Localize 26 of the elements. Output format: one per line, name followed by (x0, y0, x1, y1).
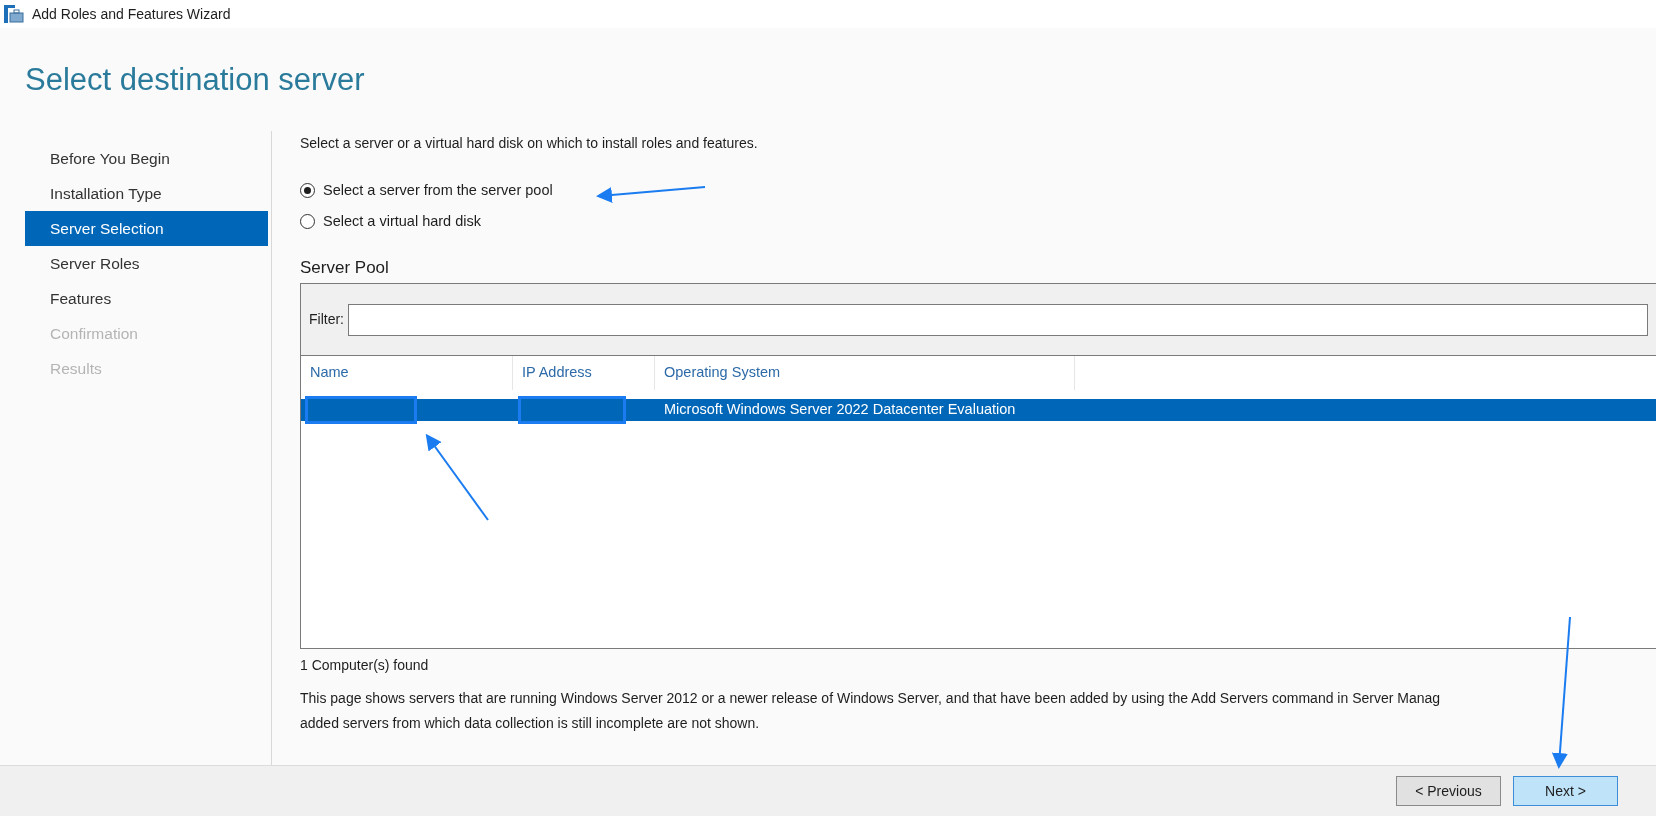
wizard-step[interactable]: Installation Type (25, 176, 268, 211)
instruction-text: Select a server or a virtual hard disk on which to install roles and features. (300, 134, 759, 153)
wizard-step[interactable]: Server Roles (25, 246, 268, 281)
info-text: This page shows servers that are running Windows Server 2012 or a newer release of Windows Server, and that have been added by using the Add Servers command in Server Manag (300, 689, 1442, 708)
radio-label[interactable]: Select a server from the server pool (323, 180, 553, 202)
filter-label: Filter: (309, 310, 344, 329)
wizard-step[interactable]: Server Selection (25, 211, 268, 246)
table-row[interactable]: Microsoft Windows Server 2022 Datacenter Evaluation (301, 399, 1656, 421)
wizard-icon (4, 5, 24, 23)
radio-button[interactable] (300, 214, 315, 230)
wizard-step[interactable]: Before You Begin (25, 141, 268, 176)
window-title: Add Roles and Features Wizard (32, 4, 231, 24)
wizard-button[interactable]: < Previous (1396, 776, 1501, 806)
info-text: added servers from which data collection is still incomplete are not shown. (300, 714, 761, 733)
wizard-button[interactable]: Next > (1513, 776, 1618, 806)
page-heading: Select destination server (25, 64, 366, 95)
column-header[interactable]: Name (301, 356, 513, 390)
section-title: Server Pool (300, 256, 390, 279)
wizard-step[interactable]: Features (25, 281, 268, 316)
column-header[interactable]: Operating System (655, 356, 1075, 390)
result-count: 1 Computer(s) found (300, 656, 430, 675)
radio-button[interactable] (300, 183, 315, 199)
filter-field[interactable] (348, 303, 1648, 336)
radio-label[interactable]: Select a virtual hard disk (323, 210, 481, 233)
table-cell-text: Microsoft Windows Server 2022 Datacenter Evaluation (663, 400, 1016, 420)
column-header[interactable]: IP Address (513, 356, 655, 390)
